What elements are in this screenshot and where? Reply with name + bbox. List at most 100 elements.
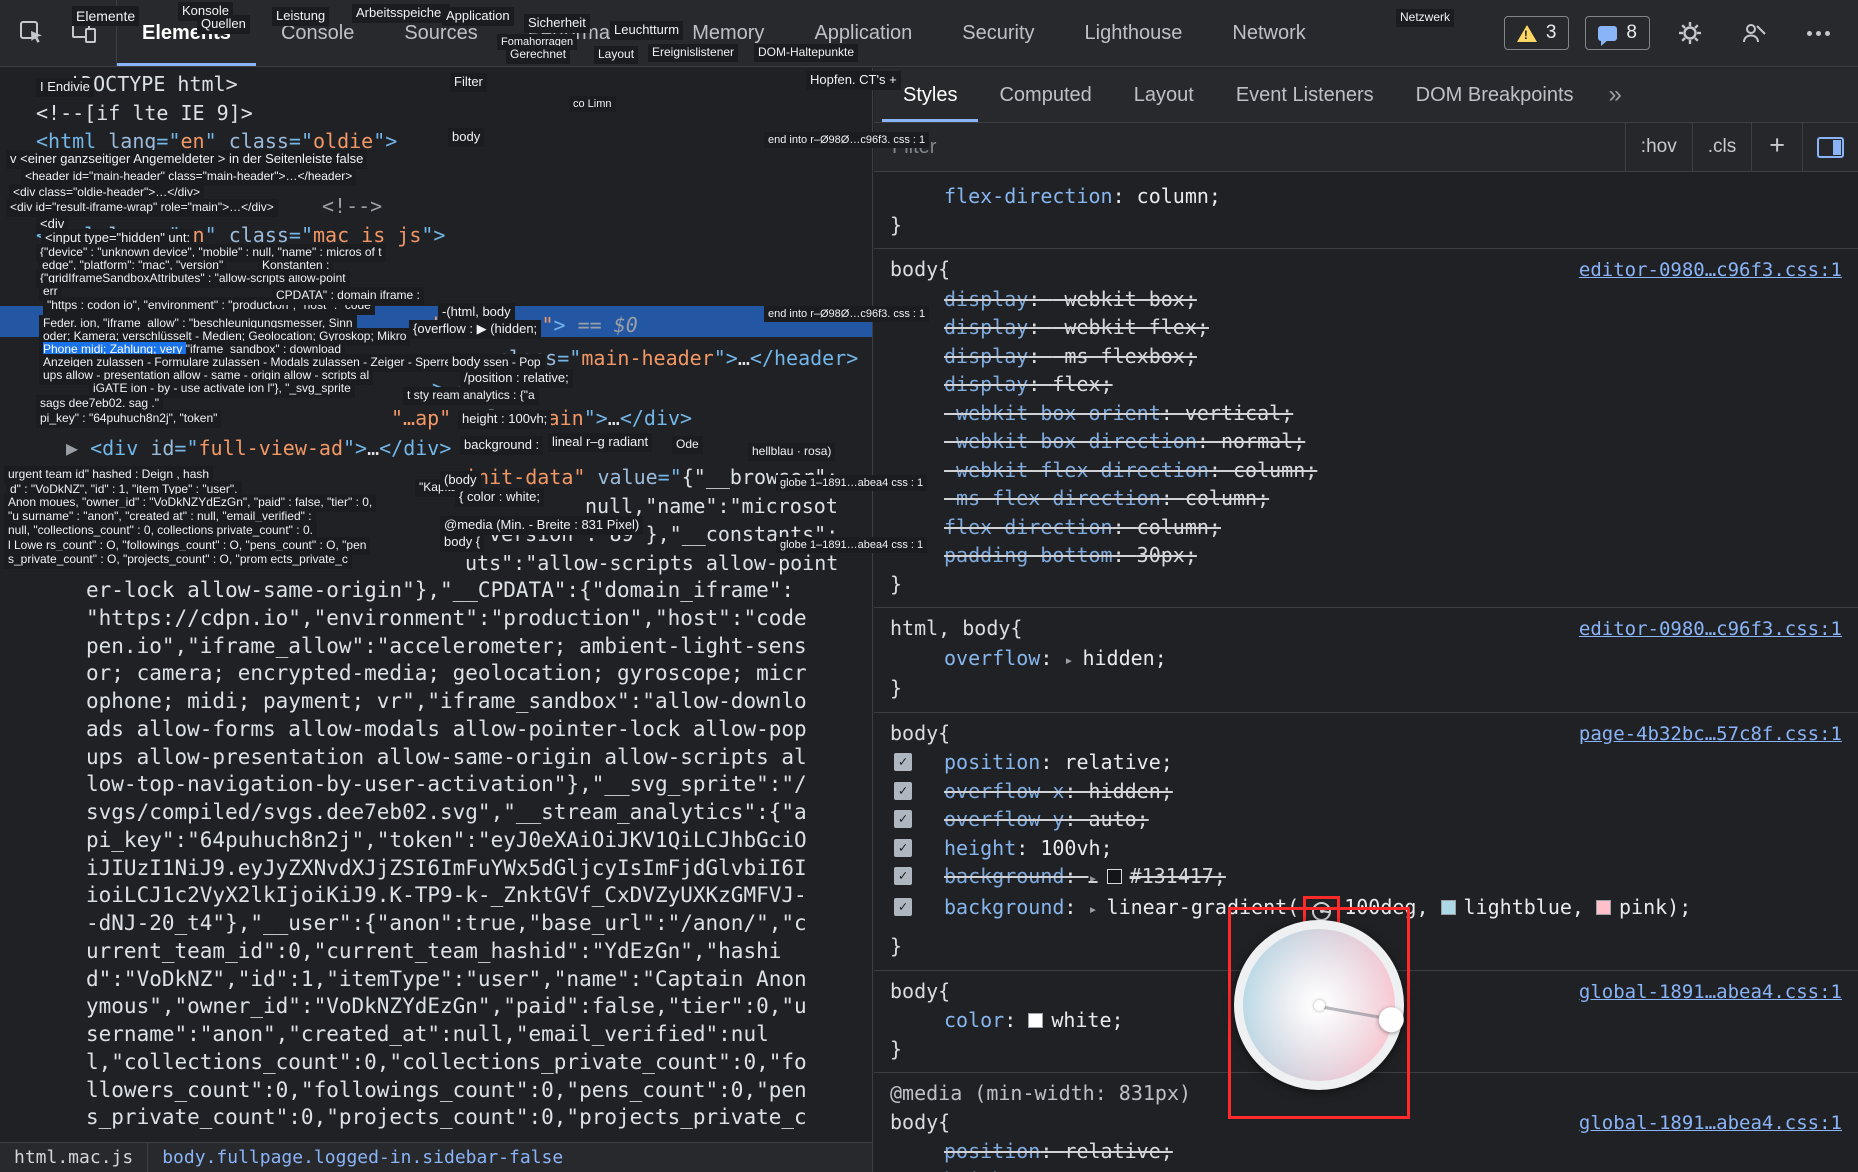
rule-selector[interactable]: body	[890, 255, 938, 284]
more-tabs-icon[interactable]: »	[1595, 68, 1636, 122]
main-tab-performance[interactable]: Performance	[503, 0, 668, 66]
css-declaration[interactable]: position: relative;	[874, 1137, 1858, 1166]
css-declaration[interactable]: -ms-flex-direction: column;	[874, 484, 1858, 513]
stylesheet-link[interactable]: editor-0980…c96f3.css:1	[1579, 615, 1842, 644]
css-declaration[interactable]: overflow: ▸hidden;	[874, 644, 1858, 675]
color-swatch[interactable]	[1596, 900, 1611, 915]
css-declaration[interactable]: ✓overflow-x: hidden;	[874, 777, 1858, 806]
expand-arrow-icon[interactable]: ▸	[1089, 869, 1098, 887]
dom-tree-line[interactable]: <!--[if lte IE 9]>	[36, 100, 253, 126]
styles-filter-input[interactable]	[874, 123, 1625, 171]
new-style-rule-button[interactable]: +	[1751, 123, 1802, 171]
declaration-checkbox[interactable]: ✓	[894, 810, 912, 828]
css-declaration[interactable]: display: flex;	[874, 370, 1858, 399]
dom-text-line[interactable]: ups allow-presentation allow-same-origin…	[86, 744, 807, 772]
rule-selector[interactable]: html, body	[890, 614, 1010, 643]
dom-tree[interactable]: er-lock allow-same-origin"},"__CPDATA":{…	[0, 68, 872, 1142]
dom-text-line[interactable]: llowers_count":0,"followings_count":0,"p…	[86, 1077, 807, 1105]
dom-text-line[interactable]: -dNJ-20_t4"},"__user":{"anon":true,"base…	[86, 910, 807, 938]
declaration-checkbox[interactable]: ✓	[894, 898, 912, 916]
sidebar-tab-event-listeners[interactable]: Event Listeners	[1215, 68, 1395, 122]
css-declaration[interactable]: ✓height: 100vh;	[874, 834, 1858, 863]
css-declaration[interactable]: display: -webkit-flex;	[874, 313, 1858, 342]
stylesheet-link[interactable]: global-1891…abea4.css:1	[1579, 978, 1842, 1007]
property-name[interactable]: position	[944, 750, 1040, 774]
declaration-checkbox[interactable]: ✓	[894, 782, 912, 800]
dom-tree-line[interactable]: null,"name":"microsot	[585, 493, 838, 519]
property-name[interactable]: -webkit-flex-direction	[944, 458, 1209, 482]
declaration-checkbox[interactable]: ✓	[894, 839, 912, 857]
main-tab-console[interactable]: Console	[256, 0, 379, 66]
property-name[interactable]: position	[944, 1139, 1040, 1163]
pseudo-state-button[interactable]: :hov	[1625, 123, 1692, 171]
dom-text-line[interactable]: svgs/compiled/svgs.dee7eb02.svg","__stre…	[86, 799, 807, 827]
color-swatch[interactable]	[1107, 869, 1122, 884]
property-name[interactable]: background	[944, 864, 1064, 888]
dom-tree-line[interactable]: <!DOCTYPE html>	[57, 71, 238, 97]
main-tab-network[interactable]: Network	[1207, 0, 1330, 66]
property-name[interactable]: color	[944, 1008, 1004, 1032]
stylesheet-link[interactable]: page-4b32bc…57c8f.css:1	[1579, 720, 1842, 749]
device-toolbar-icon[interactable]	[60, 9, 108, 57]
messages-badge[interactable]: 8	[1585, 16, 1650, 50]
dom-tree-line[interactable]: init-data" value="{"__browser":	[465, 464, 838, 490]
property-name[interactable]: flex-direction	[944, 184, 1113, 208]
property-name[interactable]: flex-direction	[944, 515, 1113, 539]
sidebar-tab-styles[interactable]: Styles	[882, 68, 978, 122]
property-name[interactable]: overflow-x	[944, 779, 1064, 803]
dom-tree-line[interactable]: "version":"89"},"__constants":	[477, 521, 838, 547]
dom-tree-line[interactable]: <!-->	[322, 193, 382, 219]
css-declaration[interactable]: ✓position: relative;	[874, 748, 1858, 777]
dom-text-line[interactable]: ophone; midi; payment; vr","iframe_sandb…	[86, 688, 807, 716]
sidebar-tab-computed[interactable]: Computed	[978, 68, 1112, 122]
rule-selector[interactable]: body	[890, 1108, 938, 1137]
dom-attribute-text-block[interactable]: er-lock allow-same-origin"},"__CPDATA":{…	[86, 577, 807, 1132]
css-declaration[interactable]: display: -ms-flexbox;	[874, 342, 1858, 371]
warnings-badge[interactable]: 3	[1504, 16, 1570, 50]
main-tab-application[interactable]: Application	[789, 0, 937, 66]
dom-text-line[interactable]: ads allow-forms allow-modals allow-point…	[86, 716, 807, 744]
dom-tree-line[interactable]: <html lang="en" class="oldie">	[36, 128, 397, 154]
css-declaration[interactable]: display: -webkit-box;	[874, 285, 1858, 314]
property-name[interactable]: -webkit-box-direction	[944, 429, 1197, 453]
rule-selector[interactable]: body	[890, 977, 938, 1006]
css-declaration[interactable]: -webkit-box-orient: vertical;	[874, 399, 1858, 428]
dom-text-line[interactable]: sername":"anon","created_at":null,"email…	[86, 1021, 807, 1049]
property-name[interactable]: height	[944, 836, 1016, 860]
css-declaration[interactable]: -webkit-flex-direction: column;	[874, 456, 1858, 485]
dom-text-line[interactable]: low-top-navigation-by-user-activation"},…	[86, 771, 807, 799]
property-name[interactable]: display	[944, 287, 1028, 311]
breadcrumb-body-selected[interactable]: body.fullpage.logged-in.sidebar-false	[148, 1147, 577, 1168]
color-swatch[interactable]	[1028, 1013, 1043, 1028]
declaration-checkbox[interactable]: ✓	[894, 753, 912, 771]
angle-picker-dial[interactable]	[1234, 920, 1404, 1090]
css-declaration[interactable]: padding-bottom: 30px;	[874, 541, 1858, 570]
angle-picker-hand[interactable]	[1319, 1005, 1392, 1021]
main-tab-elements[interactable]: Elements	[117, 0, 256, 66]
dom-text-line[interactable]: s_private_count":0,"projects_count":0,"p…	[86, 1104, 807, 1132]
dom-text-line[interactable]: or; camera; encrypted-media; geolocation…	[86, 660, 807, 688]
dom-text-line[interactable]: pi_key":"64puhuch8n2j","token":"eyJ0eXAi…	[86, 827, 807, 855]
dom-tree-line[interactable]: uts":"allow-scripts allow-point	[465, 550, 838, 576]
dom-text-line[interactable]: "https://cdpn.io","environment":"product…	[86, 605, 807, 633]
angle-picker-knob[interactable]	[1377, 1005, 1406, 1034]
css-declaration[interactable]: ✓overflow-y: auto;	[874, 805, 1858, 834]
dom-text-line[interactable]: ymous","owner_id":"VoDkNZYdEzGn","paid":…	[86, 993, 807, 1021]
dom-text-line[interactable]: er-lock allow-same-origin"},"__CPDATA":{…	[86, 577, 807, 605]
property-name[interactable]: overflow-y	[944, 807, 1064, 831]
css-declaration[interactable]: height: auto;	[874, 1166, 1858, 1172]
breadcrumb-html[interactable]: html.mac.js	[0, 1147, 147, 1168]
inspect-icon[interactable]	[8, 9, 56, 57]
property-name[interactable]: height	[944, 1168, 1016, 1172]
property-name[interactable]: -webkit-box-orient	[944, 401, 1161, 425]
css-declaration[interactable]: ✓background: ▸#131417;	[874, 862, 1858, 893]
main-tab-sources[interactable]: Sources	[379, 0, 502, 66]
property-name[interactable]: display	[944, 315, 1028, 339]
settings-gear-icon[interactable]	[1666, 9, 1714, 57]
dom-tree-line[interactable]: <html lang="en" class="mac is js">	[36, 222, 445, 248]
property-name[interactable]: background	[944, 895, 1064, 919]
profile-icon[interactable]	[1730, 9, 1778, 57]
property-name[interactable]: padding-bottom	[944, 543, 1113, 567]
element-classes-button[interactable]: .cls	[1692, 123, 1752, 171]
expand-arrow-icon[interactable]: ▸	[1064, 651, 1073, 669]
